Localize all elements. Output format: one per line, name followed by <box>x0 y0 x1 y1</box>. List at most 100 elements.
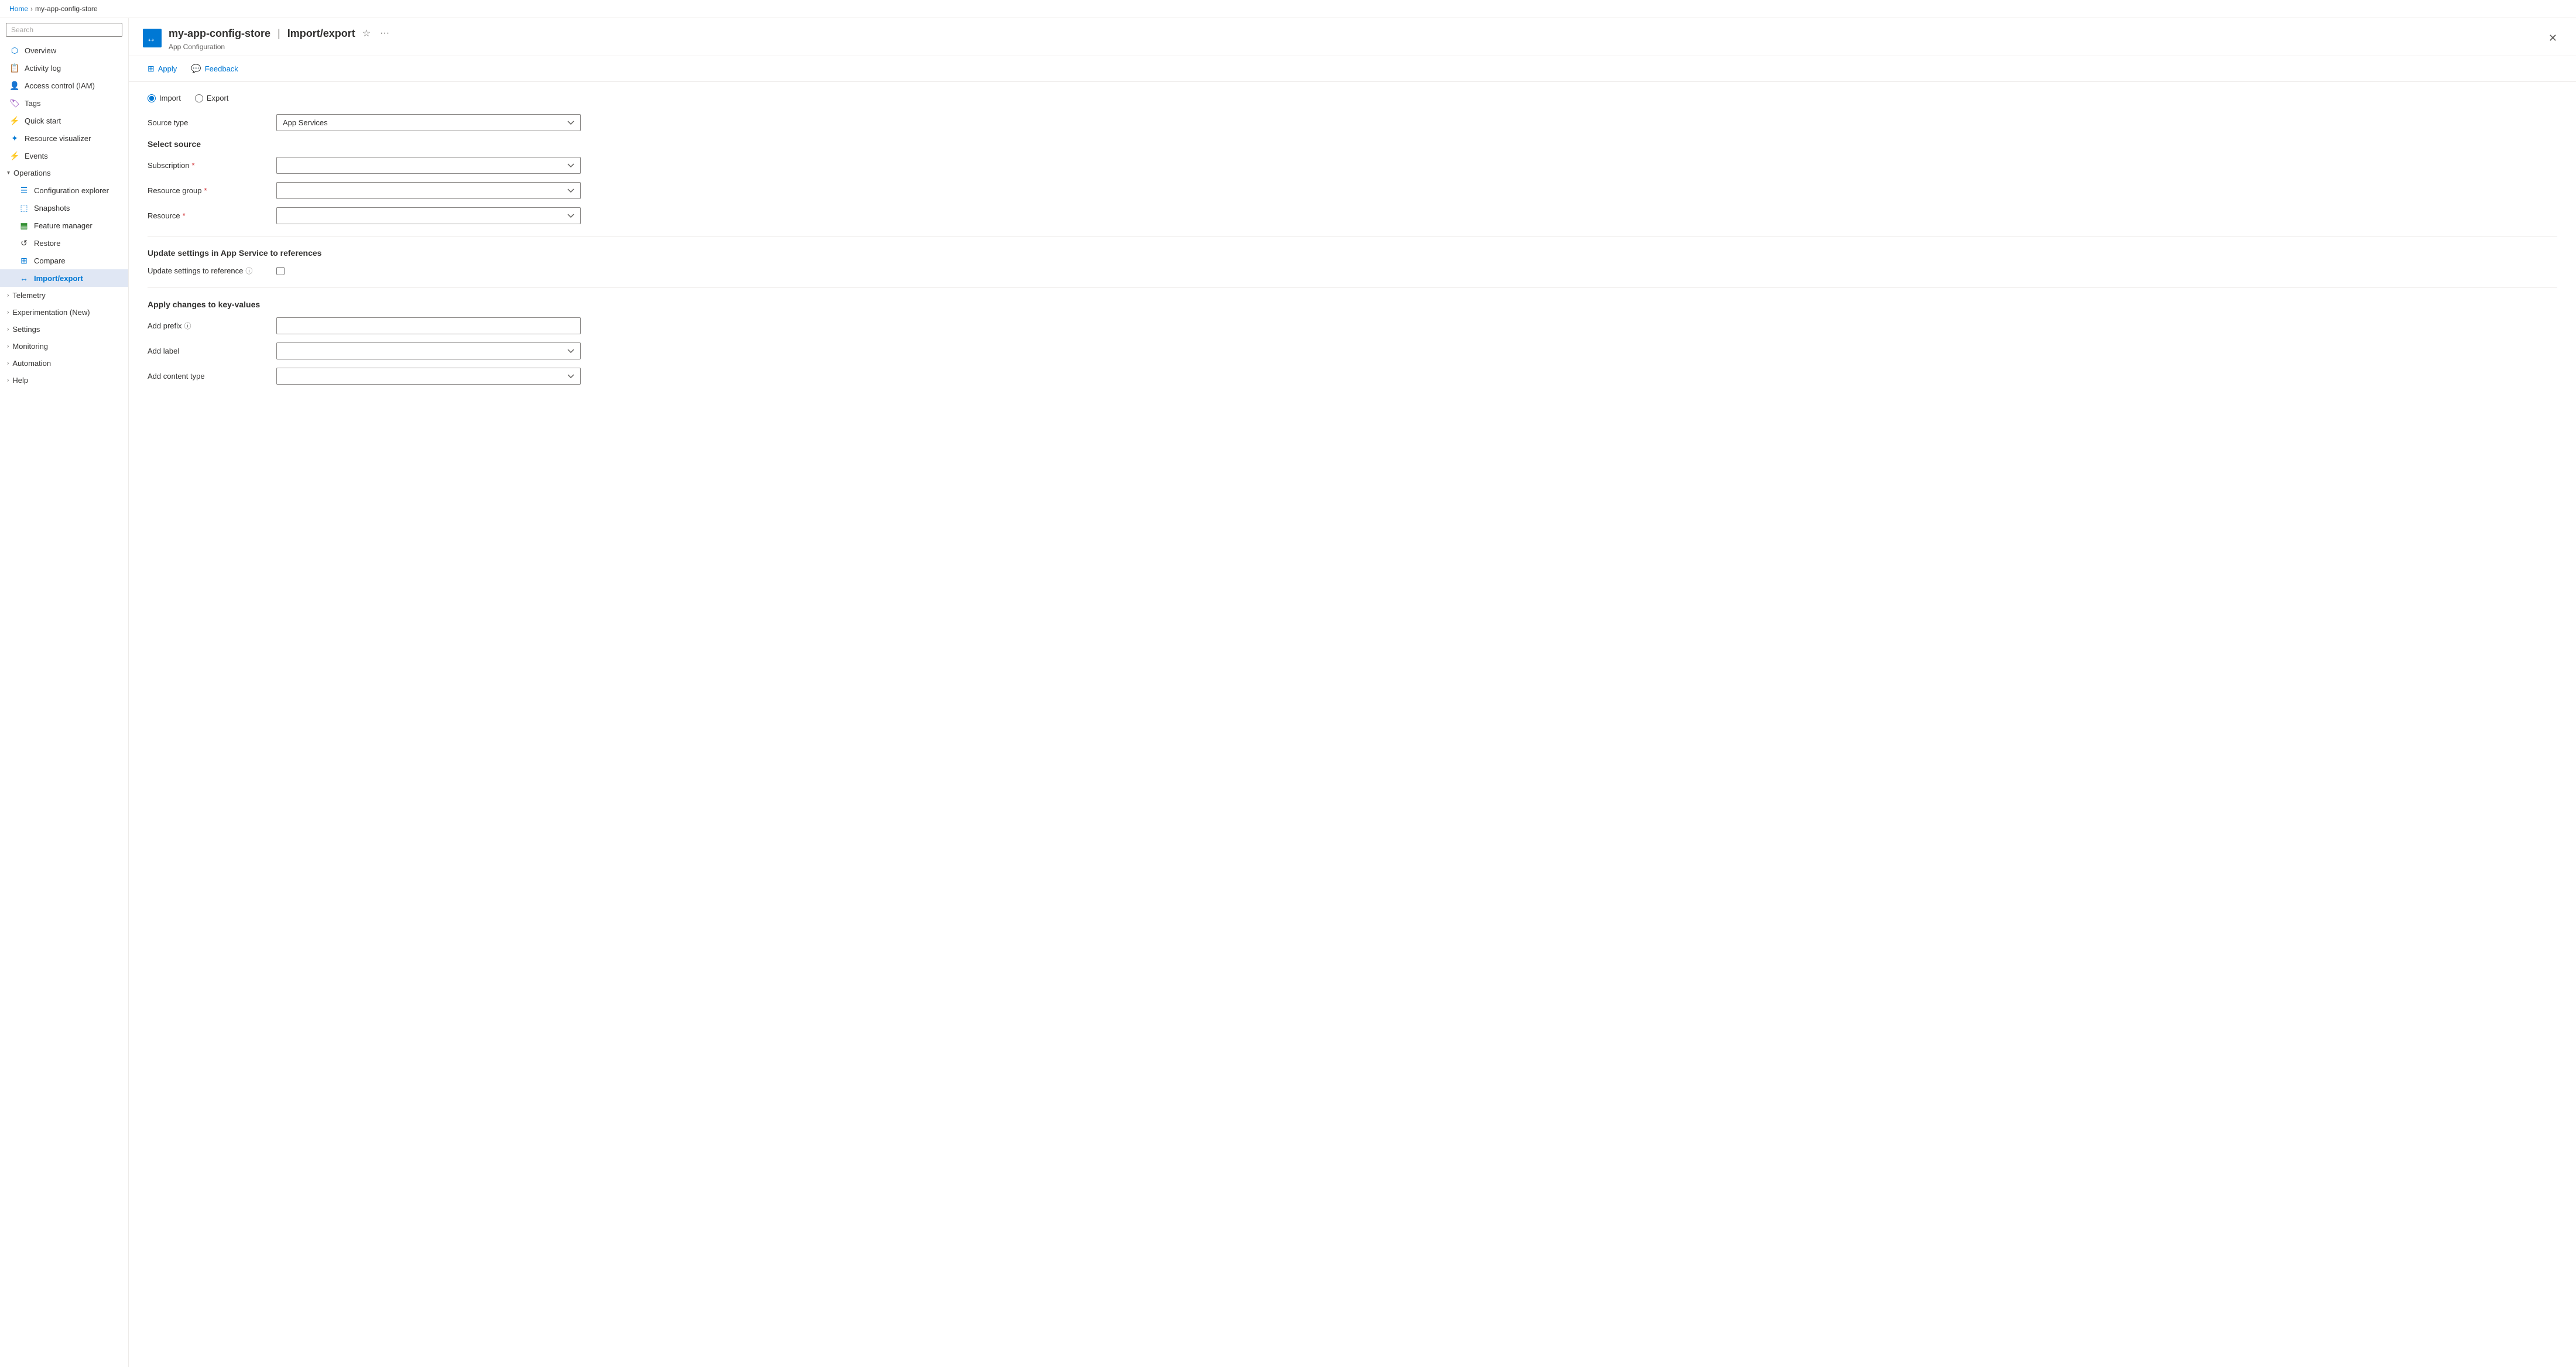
sidebar-item-events[interactable]: ⚡ Events <box>0 147 128 165</box>
update-settings-title: Update settings in App Service to refere… <box>148 248 2557 258</box>
resource-control <box>276 207 2557 224</box>
tags-icon: 🏷 <box>9 98 20 108</box>
breadcrumb-sep: › <box>30 5 33 13</box>
update-settings-row: Update settings to reference ⓘ <box>148 266 2557 276</box>
sidebar-item-feature-manager[interactable]: ▦ Feature manager <box>0 217 128 234</box>
add-prefix-row: Add prefix ⓘ <box>148 317 2557 334</box>
sidebar-item-label: Import/export <box>34 274 83 283</box>
sidebar-item-label: Snapshots <box>34 204 70 213</box>
sidebar-group-label: Settings <box>12 325 40 334</box>
sidebar-group-experimentation[interactable]: › Experimentation (New) <box>0 304 128 321</box>
sidebar-item-snapshots[interactable]: ⬚ Snapshots <box>0 199 128 217</box>
source-type-select[interactable]: App Services Azure App Configuration Con… <box>276 114 581 131</box>
resource-type-label: App Configuration <box>169 43 392 51</box>
sidebar-item-label: Access control (IAM) <box>25 81 95 90</box>
resource-row: Resource * <box>148 207 2557 224</box>
main-content: Import Export Source type App Services A… <box>129 82 2576 1367</box>
source-type-label: Source type <box>148 118 276 127</box>
add-prefix-info-icon[interactable]: ⓘ <box>184 321 191 331</box>
update-settings-label: Update settings to reference ⓘ <box>148 266 276 276</box>
import-export-radio-group: Import Export <box>148 94 2557 102</box>
breadcrumb: Home › my-app-config-store <box>0 0 2576 18</box>
sidebar-group-label: Telemetry <box>12 291 45 300</box>
sidebar-item-label: Compare <box>34 256 65 265</box>
resource-label: Resource * <box>148 211 276 220</box>
quick-start-icon: ⚡ <box>9 115 20 126</box>
source-type-control: App Services Azure App Configuration Con… <box>276 114 2557 131</box>
monitoring-chevron: › <box>7 343 9 350</box>
help-chevron: › <box>7 377 9 383</box>
favorite-button[interactable]: ☆ <box>360 25 373 42</box>
sidebar: ⬡ Overview 📋 Activity log 👤 Access contr… <box>0 18 129 1367</box>
more-options-button[interactable]: ··· <box>378 26 392 41</box>
sidebar-group-label: Experimentation (New) <box>12 308 90 317</box>
sidebar-item-label: Tags <box>25 99 40 108</box>
add-content-type-control <box>276 368 2557 385</box>
add-label-select[interactable] <box>276 342 581 359</box>
feedback-icon: 💬 <box>191 64 201 74</box>
sidebar-group-label: Monitoring <box>12 342 48 351</box>
sidebar-item-label: Restore <box>34 239 61 248</box>
page-header: ↔ my-app-config-store | Import/export ☆ … <box>129 18 2576 56</box>
access-control-icon: 👤 <box>9 80 20 91</box>
sidebar-item-label: Overview <box>25 46 56 55</box>
subscription-control <box>276 157 2557 174</box>
sidebar-group-automation[interactable]: › Automation <box>0 355 128 372</box>
sidebar-item-quick-start[interactable]: ⚡ Quick start <box>0 112 128 129</box>
sidebar-group-label: Help <box>12 376 28 385</box>
experimentation-chevron: › <box>7 309 9 316</box>
import-radio-option[interactable]: Import <box>148 94 181 102</box>
subscription-select[interactable] <box>276 157 581 174</box>
close-button[interactable]: ✕ <box>2544 30 2562 47</box>
settings-chevron: › <box>7 326 9 333</box>
search-input[interactable] <box>6 23 122 37</box>
sidebar-group-operations[interactable]: ▾ Operations <box>0 165 128 181</box>
resource-group-select[interactable] <box>276 182 581 199</box>
add-content-type-row: Add content type <box>148 368 2557 385</box>
resource-group-control <box>276 182 2557 199</box>
feedback-button[interactable]: 💬 Feedback <box>186 61 243 77</box>
sidebar-item-restore[interactable]: ↺ Restore <box>0 234 128 252</box>
automation-chevron: › <box>7 360 9 366</box>
sidebar-group-help[interactable]: › Help <box>0 372 128 389</box>
sidebar-item-overview[interactable]: ⬡ Overview <box>0 42 128 59</box>
source-type-row: Source type App Services Azure App Confi… <box>148 114 2557 131</box>
export-radio-option[interactable]: Export <box>195 94 229 102</box>
sidebar-item-label: Activity log <box>25 64 61 73</box>
sidebar-item-access-control[interactable]: 👤 Access control (IAM) <box>0 77 128 94</box>
snapshots-icon: ⬚ <box>19 203 29 213</box>
update-settings-info-icon[interactable]: ⓘ <box>245 266 252 276</box>
subscription-row: Subscription * <box>148 157 2557 174</box>
update-settings-checkbox[interactable] <box>276 267 285 275</box>
sidebar-group-telemetry[interactable]: › Telemetry <box>0 287 128 304</box>
section-divider-1 <box>148 236 2557 237</box>
add-label-control <box>276 342 2557 359</box>
feature-manager-icon: ▦ <box>19 220 29 231</box>
add-content-type-label: Add content type <box>148 372 276 381</box>
sidebar-item-compare[interactable]: ⊞ Compare <box>0 252 128 269</box>
apply-button[interactable]: ⊞ Apply <box>143 61 181 77</box>
sidebar-item-tags[interactable]: 🏷 Tags <box>0 94 128 112</box>
add-content-type-select[interactable] <box>276 368 581 385</box>
import-export-icon: ↔ <box>19 273 29 283</box>
add-prefix-label: Add prefix ⓘ <box>148 321 276 331</box>
resource-select[interactable] <box>276 207 581 224</box>
sidebar-item-activity-log[interactable]: 📋 Activity log <box>0 59 128 77</box>
sidebar-item-config-explorer[interactable]: ☰ Configuration explorer <box>0 181 128 199</box>
sidebar-item-resource-visualizer[interactable]: ✦ Resource visualizer <box>0 129 128 147</box>
sidebar-search-container <box>0 18 128 42</box>
app-config-icon: ↔ <box>143 29 162 47</box>
add-prefix-input[interactable] <box>276 317 581 334</box>
operations-chevron: ▾ <box>7 170 10 176</box>
page-header-icon: ↔ <box>143 29 162 47</box>
import-radio[interactable] <box>148 94 156 102</box>
resource-group-label: Resource group * <box>148 186 276 195</box>
sidebar-group-settings[interactable]: › Settings <box>0 321 128 338</box>
telemetry-chevron: › <box>7 292 9 299</box>
sidebar-item-import-export[interactable]: ↔ Import/export <box>0 269 128 287</box>
sidebar-item-label: Events <box>25 152 48 160</box>
export-radio[interactable] <box>195 94 203 102</box>
sidebar-group-monitoring[interactable]: › Monitoring <box>0 338 128 355</box>
breadcrumb-home[interactable]: Home <box>9 5 28 13</box>
sidebar-item-label: Feature manager <box>34 221 93 230</box>
